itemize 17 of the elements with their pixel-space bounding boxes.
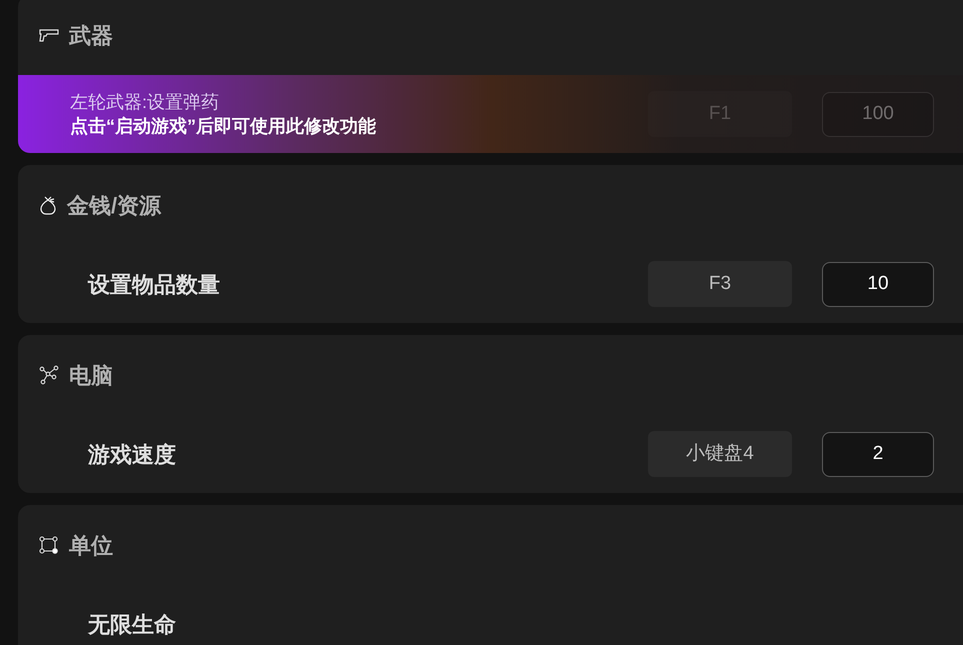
notice-title: 左轮武器:设置弹药 — [70, 91, 220, 114]
section-title: 单位 — [69, 532, 113, 560]
section-title: 金钱/资源 — [67, 192, 162, 220]
option-label: 设置物品数量 — [88, 270, 221, 298]
money-bag-icon — [39, 195, 57, 215]
network-icon — [39, 365, 59, 385]
value-field[interactable]: 2 — [822, 432, 934, 476]
notice-message: 点击“启动游戏”后即可使用此修改功能 — [70, 115, 376, 138]
hotkey-button[interactable]: 小键盘4 — [648, 431, 792, 477]
section-title: 电脑 — [69, 362, 113, 390]
section-title: 武器 — [69, 22, 113, 50]
pistol-icon — [39, 27, 59, 43]
hotkey-button[interactable]: F3 — [648, 261, 792, 307]
nodes-icon — [39, 536, 59, 554]
value-field[interactable]: 10 — [822, 262, 934, 306]
option-label: 游戏速度 — [88, 440, 177, 468]
option-label: 无限生命 — [88, 610, 177, 638]
